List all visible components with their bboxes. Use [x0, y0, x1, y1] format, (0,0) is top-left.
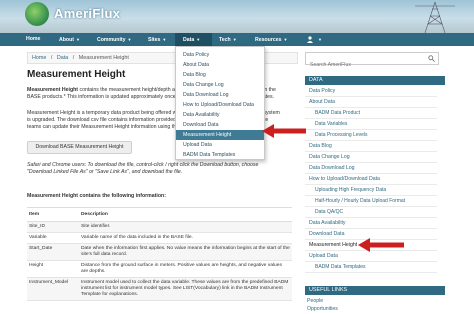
- dropdown-item-download-data[interactable]: Download Data: [176, 120, 264, 130]
- dropdown-item-about-data[interactable]: About Data: [176, 60, 264, 70]
- chevron-down-icon: ▼: [162, 37, 167, 42]
- search-box: [305, 52, 439, 71]
- nav-about-label: About: [59, 37, 74, 43]
- chevron-down-icon[interactable]: ▼: [318, 33, 322, 46]
- dropdown-item-upload-data[interactable]: Upload Data: [176, 140, 264, 150]
- nav-tech[interactable]: Tech ▼: [219, 33, 237, 46]
- globe-logo-icon[interactable]: [25, 2, 49, 26]
- chevron-down-icon: ▼: [75, 37, 80, 42]
- logo-text[interactable]: AmeriFlux: [54, 6, 120, 21]
- dropdown-item-data-availability[interactable]: Data Availability: [176, 110, 264, 120]
- sidebar-item-opportunities[interactable]: Opportunities: [305, 305, 437, 313]
- sidebar-item-data-variables[interactable]: Data Variables: [305, 119, 437, 130]
- sidebar-item-badm-data-templates[interactable]: BADM Data Templates: [305, 262, 437, 273]
- sidebar-item-how-to-upload-download[interactable]: How to Upload/Download Data: [305, 174, 437, 185]
- info-table: Item Description Site_ID Site identifier…: [27, 207, 292, 301]
- table-row: Site_ID Site identifier.: [27, 221, 292, 233]
- chevron-down-icon: ▼: [127, 37, 132, 42]
- sidebar-item-about-data[interactable]: About Data: [305, 97, 437, 108]
- table-row: Instrument_Model Instrument model used t…: [27, 277, 292, 301]
- dropdown-item-data-download-log[interactable]: Data Download Log: [176, 90, 264, 100]
- sidebar-item-data-processing-levels[interactable]: Data Processing Levels: [305, 130, 437, 141]
- user-icon[interactable]: [306, 36, 314, 43]
- breadcrumb-separator: /: [50, 55, 53, 61]
- red-arrow-icon: [358, 238, 404, 252]
- dropdown-item-data-blog[interactable]: Data Blog: [176, 70, 264, 80]
- table-header-description: Description: [79, 207, 292, 222]
- sidebar-useful-heading: USEFUL LINKS: [305, 286, 445, 295]
- nav-community-label: Community: [97, 37, 126, 43]
- nav-home-label: Home: [26, 36, 41, 42]
- table-cell: Site identifier.: [79, 221, 292, 233]
- intro-bold: Measurement Height: [27, 87, 79, 93]
- table-cell: Instrument model used to collect the dat…: [79, 277, 292, 301]
- sidebar-item-badm-data-product[interactable]: BADM Data Product: [305, 108, 437, 119]
- dropdown-item-how-to-upload-download[interactable]: How to Upload/Download Data: [176, 100, 264, 110]
- sidebar-item-uploading-high-frequency[interactable]: Uploading High Frequency Data: [305, 185, 437, 196]
- nav-about[interactable]: About ▼: [59, 33, 80, 46]
- table-cell: Instrument_Model: [27, 277, 79, 301]
- nav-data[interactable]: Data ▼: [175, 33, 212, 46]
- breadcrumb-data[interactable]: Data: [57, 55, 68, 61]
- nav-home[interactable]: Home: [26, 33, 40, 46]
- sidebar-item-data-change-log[interactable]: Data Change Log: [305, 152, 437, 163]
- chevron-down-icon: ▼: [283, 37, 288, 42]
- nav-sites-label: Sites: [148, 37, 161, 43]
- search-input[interactable]: [306, 59, 432, 71]
- table-cell: Site_ID: [27, 221, 79, 233]
- table-intro: Measurement Height contains the followin…: [27, 193, 166, 199]
- nav-resources-label: Resources: [255, 37, 282, 43]
- sidebar-item-data-availability[interactable]: Data Availability: [305, 218, 437, 229]
- browser-note: Safari and Chrome users: To download the…: [27, 162, 259, 175]
- chevron-down-icon: ▼: [232, 37, 237, 42]
- download-button[interactable]: Download BASE Measurement Height: [27, 141, 132, 154]
- table-row: Variable Variable name of the data inclu…: [27, 232, 292, 244]
- red-arrow-icon: [262, 124, 306, 138]
- breadcrumb-home[interactable]: Home: [32, 55, 46, 61]
- table-cell: Variable name of the data included in th…: [79, 232, 292, 244]
- nav-resources[interactable]: Resources ▼: [255, 33, 288, 46]
- table-header-item: Item: [27, 207, 79, 222]
- main-nav: Home About ▼ Community ▼ Sites ▼ Data ▼ Tech…: [0, 33, 474, 46]
- sidebar-useful-list: People Opportunities: [305, 297, 437, 313]
- dropdown-item-badm-data-templates[interactable]: BADM Data Templates: [176, 150, 264, 160]
- dropdown-item-data-policy[interactable]: Data Policy: [176, 50, 264, 60]
- dropdown-item-data-change-log[interactable]: Data Change Log: [176, 80, 264, 90]
- site-header: AmeriFlux: [0, 0, 474, 33]
- table-row: Height Distance from the ground surface …: [27, 260, 292, 278]
- chevron-down-icon: ▼: [196, 37, 201, 42]
- sidebar-data-heading: DATA: [305, 76, 445, 85]
- nav-data-label: Data: [183, 37, 195, 43]
- table-row: Start_Date Date when the information fir…: [27, 243, 292, 261]
- sidebar-item-data-blog[interactable]: Data Blog: [305, 141, 437, 152]
- data-dropdown-menu: Data Policy About Data Data Blog Data Ch…: [175, 46, 265, 160]
- sidebar-item-upload-format[interactable]: Half-Hourly / Hourly Data Upload Format: [305, 196, 437, 207]
- tower-icon: [415, 1, 455, 33]
- table-cell: Date when the information first applies.…: [79, 243, 292, 261]
- table-cell: Distance from the ground surface in mete…: [79, 260, 292, 278]
- nav-sites[interactable]: Sites ▼: [148, 33, 166, 46]
- search-icon[interactable]: [428, 55, 435, 62]
- table-cell: Start_Date: [27, 243, 79, 261]
- sidebar-item-upload-data[interactable]: Upload Data: [305, 251, 437, 262]
- sidebar-item-data-policy[interactable]: Data Policy: [305, 86, 437, 97]
- page-title: Measurement Height: [27, 69, 126, 80]
- sidebar-item-data-qaqc[interactable]: Data QA/QC: [305, 207, 437, 218]
- breadcrumb-separator: /: [72, 55, 75, 61]
- nav-community[interactable]: Community ▼: [97, 33, 132, 46]
- table-cell: Variable: [27, 232, 79, 244]
- sidebar-item-data-download-log[interactable]: Data Download Log: [305, 163, 437, 174]
- dropdown-item-measurement-height[interactable]: Measurement Height: [176, 130, 264, 140]
- sidebar-item-people[interactable]: People: [305, 297, 437, 305]
- breadcrumb-current: Measurement Height: [78, 55, 129, 61]
- table-cell: Height: [27, 260, 79, 278]
- nav-tech-label: Tech: [219, 37, 231, 43]
